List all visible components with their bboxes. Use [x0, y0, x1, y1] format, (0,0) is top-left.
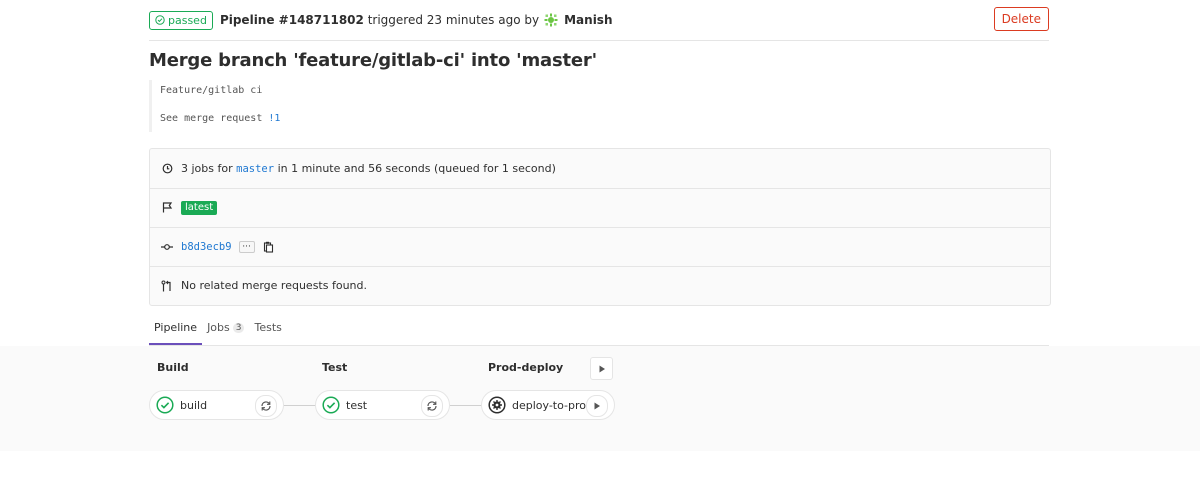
- retry-icon: [427, 401, 437, 411]
- job-build[interactable]: build: [149, 390, 284, 420]
- flag-icon: [161, 202, 173, 214]
- avatar[interactable]: [544, 13, 559, 27]
- status-badge[interactable]: passed: [149, 10, 213, 30]
- stage-play-button[interactable]: [590, 357, 613, 380]
- commit-row: b8d3ecb9 ···: [150, 227, 1050, 267]
- success-status-icon: [322, 396, 340, 414]
- job-name: deploy-to-prod: [512, 398, 593, 412]
- commit-icon: [161, 241, 173, 253]
- delete-button[interactable]: Delete: [993, 7, 1049, 31]
- page-title: Merge branch 'feature/gitlab-ci' into 'm…: [149, 50, 597, 71]
- expand-commit-button[interactable]: ···: [238, 240, 255, 253]
- tab-label: Tests: [254, 321, 282, 334]
- play-icon: [599, 365, 605, 372]
- job-name: build: [180, 398, 208, 412]
- play-icon: [594, 402, 600, 410]
- job-test[interactable]: test: [315, 390, 450, 420]
- status-badge-label: passed: [168, 13, 207, 27]
- latest-badge: latest: [181, 200, 218, 215]
- stage-title-build: Build: [157, 361, 189, 374]
- duration-text: in 1 minute and 56 seconds (queued for 1…: [277, 162, 556, 175]
- merge-request-text: See merge request: [160, 113, 263, 124]
- jobs-count-badge: 3: [232, 322, 245, 333]
- play-job-button[interactable]: [586, 395, 608, 417]
- job-name: test: [346, 398, 368, 412]
- stage-title-test: Test: [322, 361, 348, 374]
- tab-jobs[interactable]: Jobs 3: [202, 321, 249, 345]
- pipeline-tabs: Pipeline Jobs 3 Tests: [149, 313, 1049, 346]
- description-line: Feature/gitlab ci: [160, 85, 263, 96]
- stage-connector: [450, 405, 482, 406]
- clock-icon: [161, 163, 173, 175]
- no-merge-requests-text: No related merge requests found.: [181, 279, 367, 292]
- pipeline-id: Pipeline #148711802: [219, 13, 364, 27]
- tags-row: latest: [150, 188, 1050, 228]
- retry-button[interactable]: [255, 395, 277, 417]
- tab-label: Pipeline: [154, 321, 198, 334]
- stage-title-prod-deploy: Prod-deploy: [488, 361, 564, 374]
- check-circle-icon: [155, 15, 165, 25]
- success-status-icon: [156, 396, 174, 414]
- jobs-count-text: 3 jobs for: [181, 162, 233, 175]
- commit-description: Feature/gitlab ci See merge request !1: [149, 80, 1058, 132]
- tab-pipeline[interactable]: Pipeline: [149, 321, 203, 345]
- user-name[interactable]: Manish: [564, 13, 612, 27]
- commit-sha-link[interactable]: b8d3ecb9: [181, 241, 232, 253]
- stage-connector: [284, 405, 316, 406]
- copy-icon[interactable]: [263, 241, 275, 253]
- description-line: See merge request !1: [160, 113, 280, 124]
- job-deploy-to-prod[interactable]: deploy-to-prod: [481, 390, 615, 420]
- pipeline-header: passed Pipeline #148711802 triggered 23 …: [149, 0, 1049, 41]
- merge-request-icon: [161, 280, 173, 292]
- branch-link[interactable]: master: [236, 163, 274, 175]
- pipeline-info-panel: 3 jobs for master in 1 minute and 56 sec…: [149, 148, 1051, 306]
- merge-request-link[interactable]: !1: [268, 113, 280, 124]
- jobs-summary-row: 3 jobs for master in 1 minute and 56 sec…: [150, 149, 1050, 189]
- retry-icon: [261, 401, 271, 411]
- tab-label: Jobs: [207, 321, 230, 334]
- retry-button[interactable]: [421, 395, 443, 417]
- manual-gear-icon: [488, 396, 506, 414]
- merge-requests-row: No related merge requests found.: [150, 266, 1050, 305]
- triggered-text: triggered 23 minutes ago by: [367, 13, 540, 27]
- tab-tests[interactable]: Tests: [249, 321, 286, 345]
